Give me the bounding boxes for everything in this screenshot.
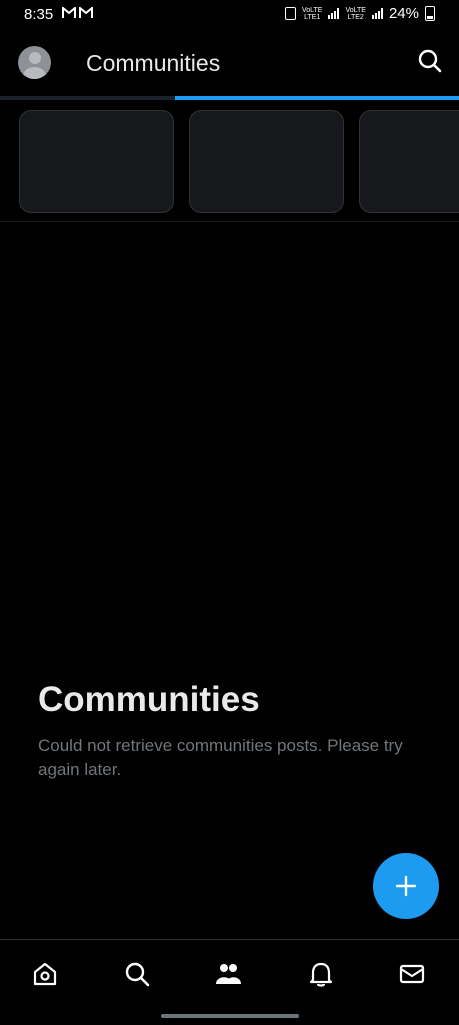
community-card-placeholder[interactable] xyxy=(189,110,344,213)
create-community-fab[interactable] xyxy=(373,853,439,919)
nav-search[interactable] xyxy=(123,960,153,990)
home-icon xyxy=(33,962,57,986)
status-time: 8:35 xyxy=(24,6,54,23)
search-button[interactable] xyxy=(417,48,443,74)
volte-label: VoLTE xyxy=(301,6,323,14)
nav-notifications[interactable] xyxy=(307,960,337,990)
top-app-bar: Communities xyxy=(0,30,459,96)
sim1-volte-label: VoLTE LTE1 xyxy=(302,7,323,21)
gmail-notification-icons xyxy=(62,7,93,19)
volte-label: VoLTE xyxy=(345,6,366,14)
loading-progress-bar xyxy=(0,96,459,100)
sim2-volte-label: VoLTE LTE2 xyxy=(345,7,366,21)
messages-icon xyxy=(399,964,425,984)
avatar[interactable] xyxy=(18,46,51,79)
gmail-icon xyxy=(79,7,93,18)
divider xyxy=(0,221,459,222)
status-right: VoLTE LTE1 VoLTE LTE2 24% xyxy=(284,5,435,22)
plus-icon xyxy=(395,875,417,897)
gmail-icon xyxy=(62,7,76,18)
battery-percent: 24% xyxy=(388,5,419,22)
gesture-home-bar[interactable] xyxy=(161,1014,299,1018)
community-card-placeholder[interactable] xyxy=(19,110,174,213)
search-icon xyxy=(125,962,150,987)
status-bar: 8:35 VoLTE LTE1 VoLTE LTE2 24% xyxy=(0,0,459,30)
search-icon xyxy=(418,49,442,73)
communities-carousel[interactable] xyxy=(0,110,459,213)
empty-state-message: Could not retrieve communities posts. Pl… xyxy=(38,736,403,779)
empty-state-title: Communities xyxy=(38,680,260,719)
sim2-label: LTE2 xyxy=(347,13,364,21)
page-title: Communities xyxy=(86,50,221,76)
bottom-navigation xyxy=(0,939,459,1025)
communities-icon xyxy=(216,964,241,984)
nav-messages[interactable] xyxy=(398,960,428,990)
signal-bars-icon xyxy=(371,8,383,19)
nav-communities[interactable] xyxy=(214,960,244,990)
nav-home[interactable] xyxy=(31,960,61,990)
notifications-icon xyxy=(309,962,333,987)
battery-icon xyxy=(425,6,435,21)
battery-saver-icon xyxy=(284,7,296,20)
signal-bars-icon xyxy=(328,8,340,19)
community-card-placeholder[interactable] xyxy=(359,110,459,213)
sim1-label: LTE1 xyxy=(304,13,321,21)
loading-progress-fill xyxy=(175,96,459,100)
